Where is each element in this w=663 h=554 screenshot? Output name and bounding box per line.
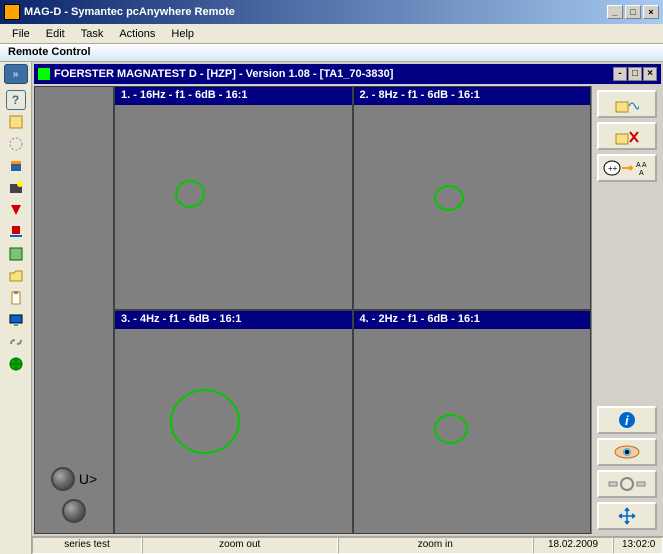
menubar: File Edit Task Actions Help (0, 24, 663, 44)
close-button[interactable]: × (643, 5, 659, 19)
tool-icon-2[interactable] (6, 134, 26, 154)
cell-3-body[interactable] (115, 329, 352, 533)
inner-window-titlebar: FOERSTER MAGNATEST D - [HZP] - Version 1… (34, 64, 661, 84)
clipboard-icon[interactable] (6, 288, 26, 308)
tool-icon-6[interactable] (6, 222, 26, 242)
svg-text:A A: A A (636, 162, 647, 169)
signal-grid: 1. - 16Hz - f1 - 6dB - 16:1 2. - 8Hz - f… (114, 86, 591, 534)
waveform-open-button[interactable] (597, 90, 657, 118)
voltage-label: U> (79, 471, 97, 487)
cell-4: 4. - 2Hz - f1 - 6dB - 16:1 (353, 310, 592, 534)
svg-text:i: i (625, 413, 629, 428)
right-toolbar: ++ A AA i (591, 86, 661, 534)
inner-window-title: FOERSTER MAGNATEST D - [HZP] - Version 1… (54, 68, 393, 80)
cell-1-body[interactable] (115, 105, 352, 309)
globe-icon[interactable] (6, 354, 26, 374)
voltage-led (51, 467, 75, 491)
signal-circle-4 (434, 414, 468, 444)
svg-text:A: A (639, 170, 644, 177)
help-icon[interactable]: ? (6, 90, 26, 110)
cell-3: 3. - 4Hz - f1 - 6dB - 16:1 (114, 310, 353, 534)
menu-file[interactable]: File (4, 26, 38, 42)
window-title: MAG-D - Symantec pcAnywhere Remote (24, 6, 235, 18)
status-time: 13:02:0 (613, 537, 663, 554)
inner-minimize-button[interactable]: - (613, 67, 627, 81)
signal-circle-2 (434, 185, 464, 211)
status-zoom-in[interactable]: zoom in (338, 537, 534, 554)
folder-icon[interactable] (6, 266, 26, 286)
signal-circle-1 (175, 180, 205, 208)
menu-actions[interactable]: Actions (111, 26, 163, 42)
cell-1-header: 1. - 16Hz - f1 - 6dB - 16:1 (115, 87, 352, 105)
maximize-button[interactable]: □ (625, 5, 641, 19)
inner-close-button[interactable]: × (643, 67, 657, 81)
status-date: 18.02.2009 (533, 537, 613, 554)
menu-task[interactable]: Task (73, 26, 112, 42)
minimize-button[interactable]: _ (607, 5, 623, 19)
cell-2-body[interactable] (354, 105, 591, 309)
tool-icon-5[interactable] (6, 200, 26, 220)
cell-1: 1. - 16Hz - f1 - 6dB - 16:1 (114, 86, 353, 310)
toggle-panel-button[interactable]: » (4, 64, 28, 84)
cell-4-body[interactable] (354, 329, 591, 533)
menu-edit[interactable]: Edit (38, 26, 73, 42)
cell-3-header: 3. - 4Hz - f1 - 6dB - 16:1 (115, 311, 352, 329)
status-zoom-out[interactable]: zoom out (142, 537, 338, 554)
menu-help[interactable]: Help (163, 26, 202, 42)
app-icon (4, 4, 20, 20)
cell-2-header: 2. - 8Hz - f1 - 6dB - 16:1 (354, 87, 591, 105)
window-titlebar: MAG-D - Symantec pcAnywhere Remote _ □ × (0, 0, 663, 24)
link-icon[interactable] (6, 332, 26, 352)
inner-maximize-button[interactable]: □ (628, 67, 642, 81)
indicator-panel: U> (34, 86, 114, 534)
tool-icon-4[interactable] (6, 178, 26, 198)
tool-icon-3[interactable] (6, 156, 26, 176)
monitor-icon[interactable] (6, 310, 26, 330)
auto-scale-button[interactable]: ++ A AA (597, 154, 657, 182)
pan-button[interactable] (597, 502, 657, 530)
signal-circle-3 (170, 389, 240, 454)
eye-view-button[interactable] (597, 438, 657, 466)
inner-app-icon (38, 68, 50, 80)
tool-icon-7[interactable] (6, 244, 26, 264)
cell-2: 2. - 8Hz - f1 - 6dB - 16:1 (353, 86, 592, 310)
waveform-delete-button[interactable] (597, 122, 657, 150)
zoom-button[interactable] (597, 470, 657, 498)
status-series: series test (32, 537, 142, 554)
status-led (62, 499, 86, 523)
tool-icon-1[interactable] (6, 112, 26, 132)
cell-4-header: 4. - 2Hz - f1 - 6dB - 16:1 (354, 311, 591, 329)
left-toolbar: » ? (0, 62, 32, 554)
svg-text:++: ++ (608, 164, 618, 173)
statusbar: series test zoom out zoom in 18.02.2009 … (32, 536, 663, 554)
info-button[interactable]: i (597, 406, 657, 434)
remote-control-label: Remote Control (0, 44, 663, 62)
